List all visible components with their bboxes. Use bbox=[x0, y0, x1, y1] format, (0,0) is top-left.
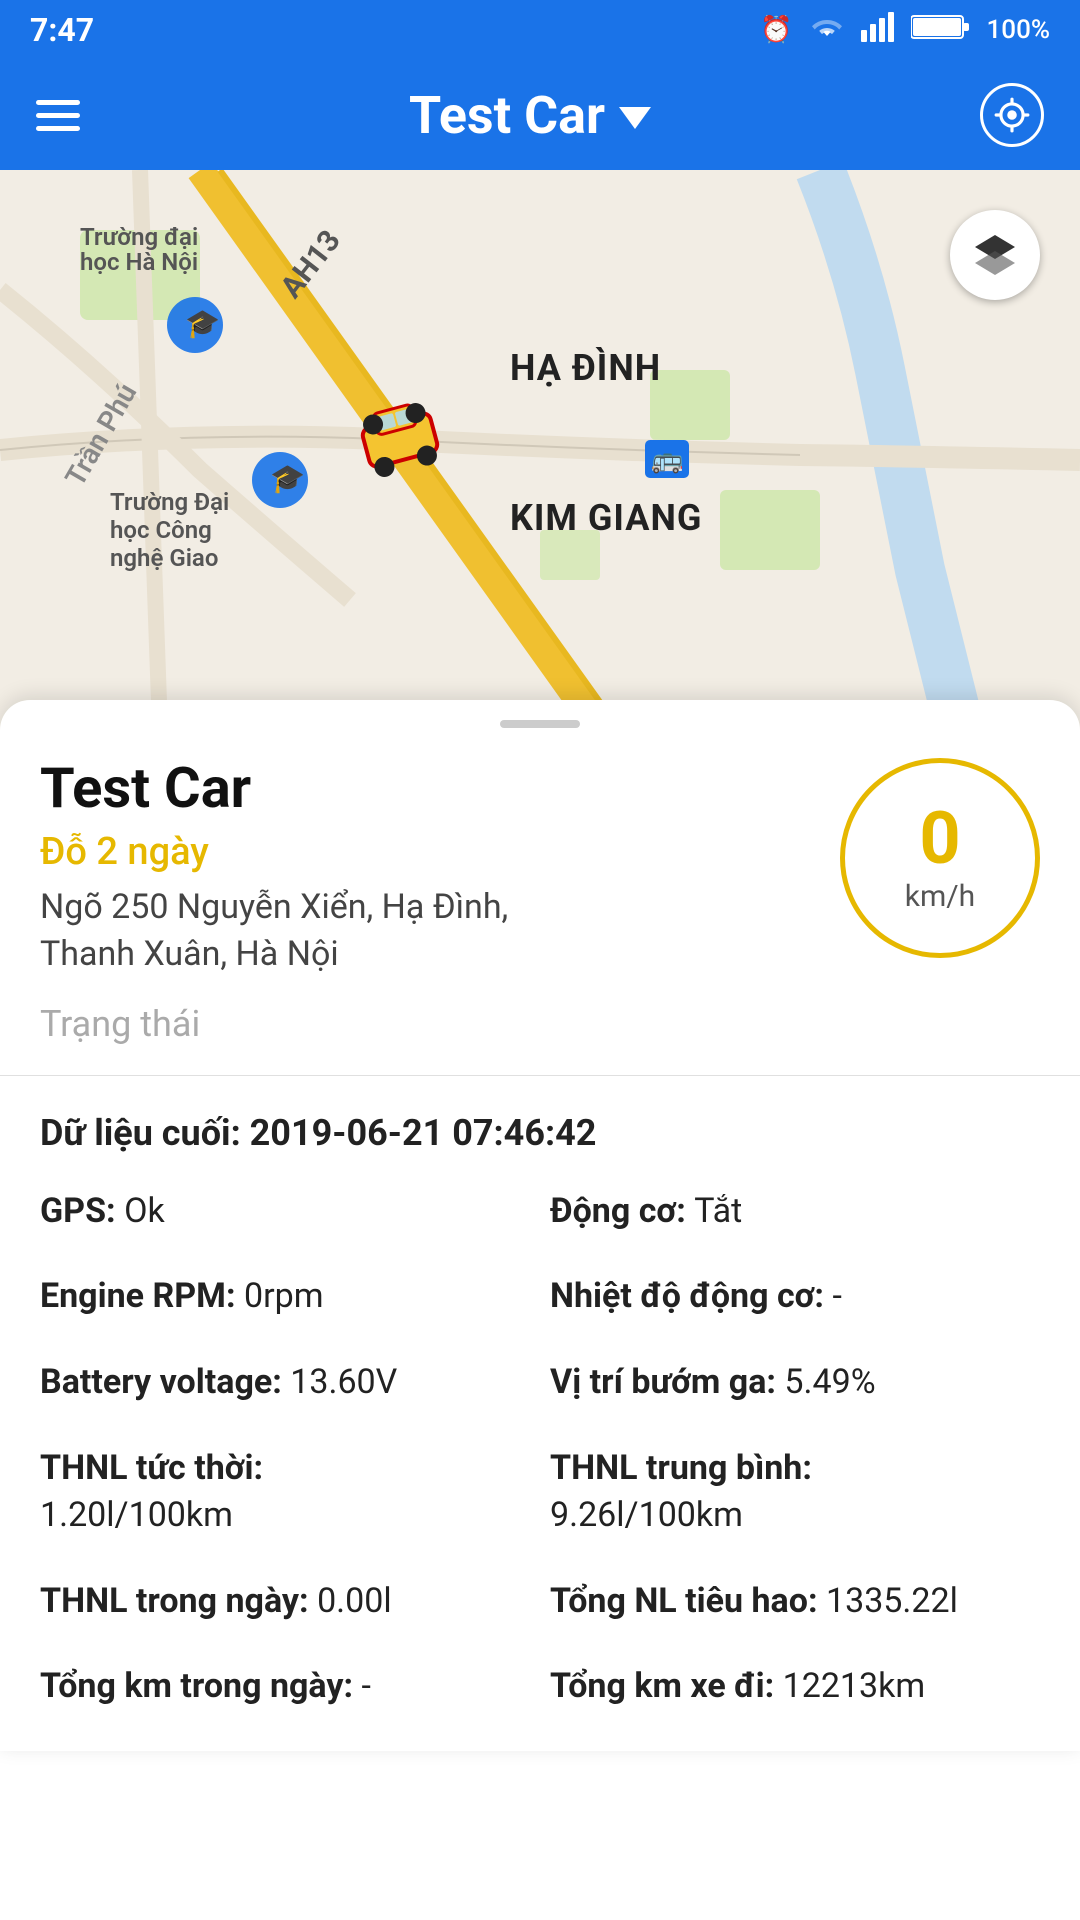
svg-text:HẠ ĐÌNH: HẠ ĐÌNH bbox=[510, 346, 661, 389]
wifi-icon bbox=[809, 12, 845, 49]
data-section: Dữ liệu cuối: 2019-06-21 07:46:42 GPS: O… bbox=[40, 1076, 1040, 1711]
throttle-value: 5.49% bbox=[784, 1362, 875, 1402]
svg-text:Trường đại: Trường đại bbox=[80, 223, 198, 251]
svg-text:🎓: 🎓 bbox=[270, 462, 305, 495]
data-item-fuel-avg: THNL trung bình: 9.26l/100km bbox=[550, 1445, 1040, 1540]
map-container[interactable]: Trần Phú AH13 🎓 Trường đại học Hà Nội 🎓 … bbox=[0, 170, 1080, 730]
vehicle-address: Ngõ 250 Nguyễn Xiển, Hạ Đình, Thanh Xuân… bbox=[40, 884, 600, 979]
dropdown-arrow-icon bbox=[619, 107, 651, 129]
vehicle-status-text: Đỗ 2 ngày bbox=[40, 830, 600, 874]
fuel-total-value: 1335.22l bbox=[826, 1581, 958, 1621]
rpm-value: 0rpm bbox=[244, 1276, 324, 1316]
svg-text:Trường Đại: Trường Đại bbox=[110, 488, 229, 516]
app-title: Test Car bbox=[409, 85, 605, 146]
throttle-label: Vị trí bướm ga: bbox=[550, 1362, 784, 1402]
data-item-battery: Battery voltage: 13.60V bbox=[40, 1359, 530, 1407]
speed-unit: km/h bbox=[905, 879, 975, 914]
data-item-fuel-total: Tổng NL tiêu hao: 1335.22l bbox=[550, 1578, 1040, 1626]
km-total-value: 12213km bbox=[783, 1666, 926, 1706]
speed-value: 0 bbox=[919, 803, 960, 875]
rpm-label: Engine RPM: bbox=[40, 1276, 244, 1316]
signal-icon bbox=[861, 12, 895, 49]
fuel-instant-value: 1.20l/100km bbox=[40, 1495, 233, 1535]
svg-text:🎓: 🎓 bbox=[185, 307, 220, 340]
engine-value: Tắt bbox=[694, 1191, 742, 1231]
info-panel: Test Car Đỗ 2 ngày Ngõ 250 Nguyễn Xiển, … bbox=[0, 700, 1080, 1751]
data-item-temp: Nhiệt độ động cơ: - bbox=[550, 1273, 1040, 1321]
fuel-today-value: 0.00l bbox=[317, 1581, 392, 1621]
gps-label: GPS: bbox=[40, 1191, 124, 1231]
fuel-instant-label: THNL tức thời: bbox=[40, 1448, 263, 1488]
data-item-fuel-instant: THNL tức thời: 1.20l/100km bbox=[40, 1445, 530, 1540]
data-grid: GPS: Ok Động cơ: Tắt Engine RPM: 0rpm Nh… bbox=[40, 1188, 1040, 1711]
svg-text:KIM GIANG: KIM GIANG bbox=[510, 497, 702, 539]
svg-text:🚌: 🚌 bbox=[651, 445, 683, 475]
vehicle-title-group: Test Car Đỗ 2 ngày Ngõ 250 Nguyễn Xiển, … bbox=[40, 758, 600, 979]
vehicle-name: Test Car bbox=[40, 758, 600, 820]
battery-percent: 100% bbox=[987, 15, 1050, 45]
battery-icon bbox=[911, 13, 971, 48]
fuel-avg-value: 9.26l/100km bbox=[550, 1495, 743, 1535]
battery-value: 13.60V bbox=[290, 1362, 397, 1402]
data-item-rpm: Engine RPM: 0rpm bbox=[40, 1273, 530, 1321]
vehicle-header: Test Car Đỗ 2 ngày Ngõ 250 Nguyễn Xiển, … bbox=[40, 758, 1040, 979]
last-update-row: Dữ liệu cuối: 2019-06-21 07:46:42 bbox=[40, 1112, 1040, 1154]
alarm-icon: ⏰ bbox=[760, 15, 792, 45]
temp-label: Nhiệt độ động cơ: bbox=[550, 1276, 832, 1316]
svg-text:nghệ Giao: nghệ Giao bbox=[110, 544, 218, 572]
panel-handle[interactable] bbox=[500, 720, 580, 728]
svg-text:học Công: học Công bbox=[110, 516, 212, 544]
layer-icon bbox=[970, 230, 1020, 280]
location-button[interactable] bbox=[980, 83, 1044, 147]
km-today-value: - bbox=[362, 1666, 371, 1706]
status-placeholder: Trạng thái bbox=[40, 1003, 1040, 1045]
last-update-label: Dữ liệu cuối: bbox=[40, 1112, 241, 1154]
svg-text:học Hà Nội: học Hà Nội bbox=[80, 248, 198, 276]
gps-value: Ok bbox=[124, 1191, 165, 1231]
fuel-total-label: Tổng NL tiêu hao: bbox=[550, 1581, 826, 1621]
status-icons: ⏰ 100% bbox=[760, 12, 1050, 49]
temp-value: - bbox=[832, 1276, 841, 1316]
last-update-value: 2019-06-21 07:46:42 bbox=[250, 1112, 597, 1154]
km-today-label: Tổng km trong ngày: bbox=[40, 1666, 362, 1706]
layer-button[interactable] bbox=[950, 210, 1040, 300]
engine-label: Động cơ: bbox=[550, 1191, 694, 1231]
fuel-today-label: THNL trong ngày: bbox=[40, 1581, 317, 1621]
status-time: 7:47 bbox=[30, 11, 94, 49]
km-total-label: Tổng km xe đi: bbox=[550, 1666, 783, 1706]
battery-label: Battery voltage: bbox=[40, 1362, 290, 1402]
map-view: Trần Phú AH13 🎓 Trường đại học Hà Nội 🎓 … bbox=[0, 170, 1080, 730]
vehicle-selector[interactable]: Test Car bbox=[409, 85, 651, 146]
data-item-km-total: Tổng km xe đi: 12213km bbox=[550, 1663, 1040, 1711]
speed-circle: 0 km/h bbox=[840, 758, 1040, 958]
app-bar: Test Car bbox=[0, 60, 1080, 170]
data-item-throttle: Vị trí bướm ga: 5.49% bbox=[550, 1359, 1040, 1407]
menu-button[interactable] bbox=[36, 100, 80, 131]
data-item-fuel-today: THNL trong ngày: 0.00l bbox=[40, 1578, 530, 1626]
location-target-icon bbox=[993, 96, 1031, 134]
data-item-gps: GPS: Ok bbox=[40, 1188, 530, 1236]
status-bar: 7:47 ⏰ bbox=[0, 0, 1080, 60]
data-item-engine: Động cơ: Tắt bbox=[550, 1188, 1040, 1236]
data-item-km-today: Tổng km trong ngày: - bbox=[40, 1663, 530, 1711]
fuel-avg-label: THNL trung bình: bbox=[550, 1448, 812, 1488]
